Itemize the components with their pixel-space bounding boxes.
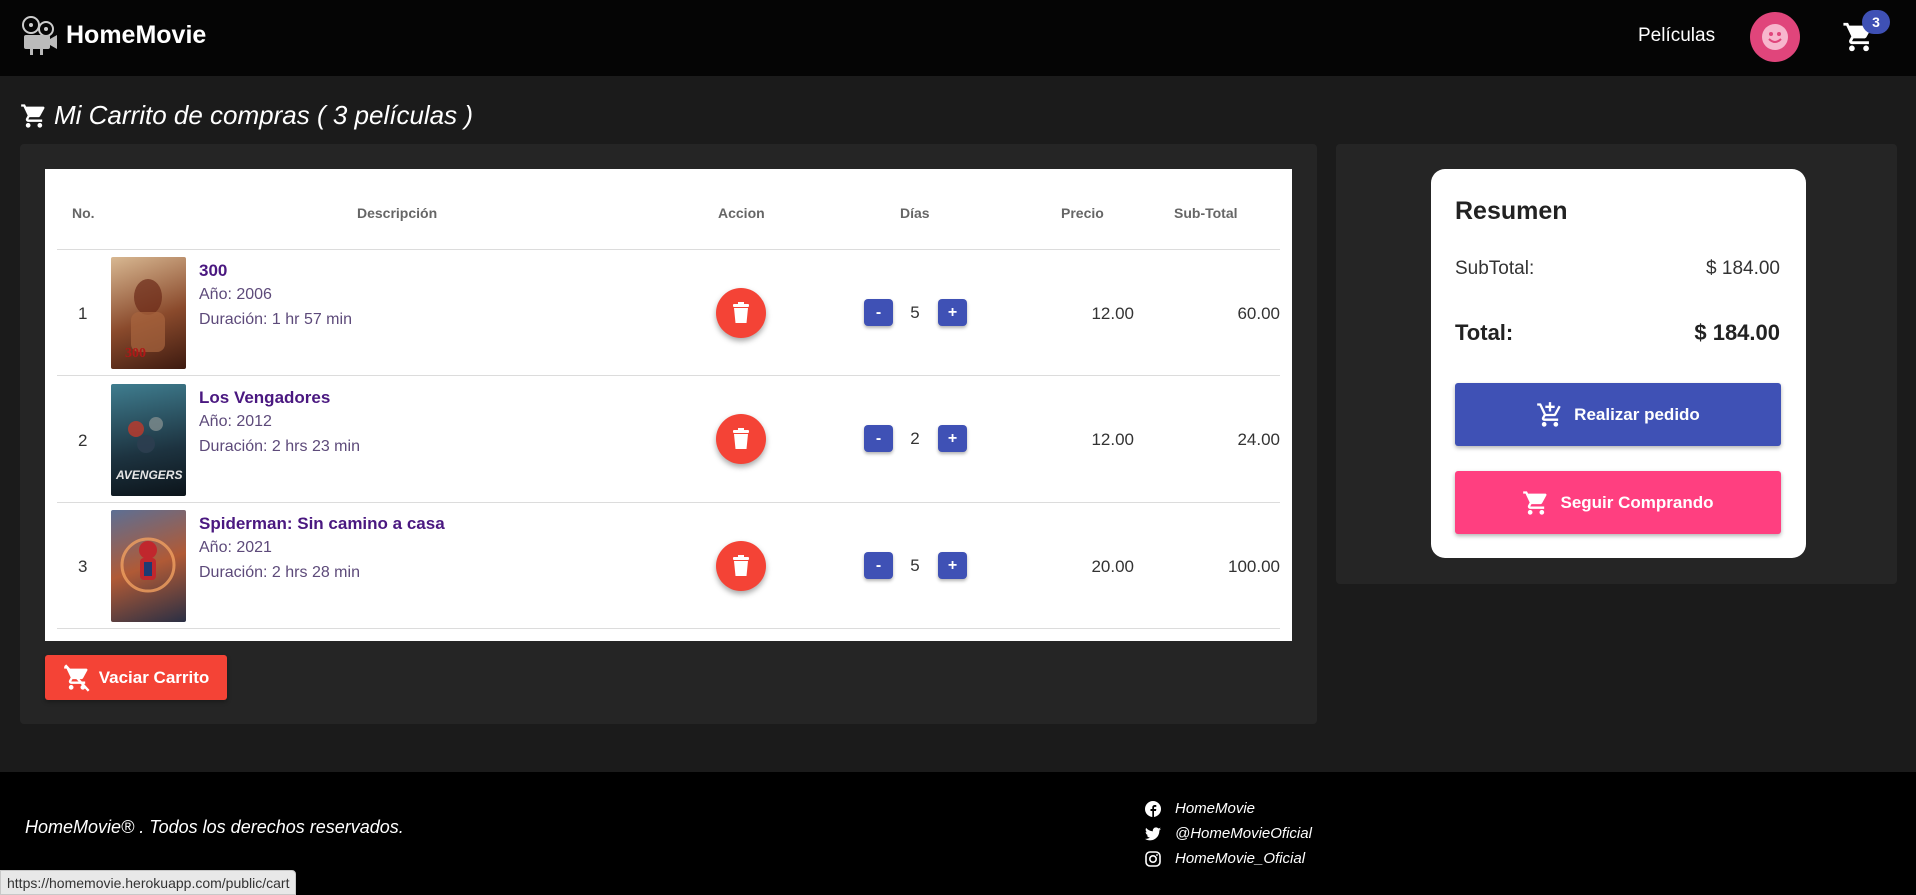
delete-button[interactable] xyxy=(716,541,766,591)
empty-cart-button[interactable]: Vaciar Carrito xyxy=(45,655,227,700)
film-reel-logo-icon xyxy=(22,16,57,55)
price-value: 20.00 xyxy=(1091,557,1134,576)
brand-link[interactable]: HomeMovie xyxy=(20,15,206,55)
svg-text:AVENGERS: AVENGERS xyxy=(115,468,182,482)
brand-name: HomeMovie xyxy=(66,20,207,49)
row-number: 3 xyxy=(78,557,88,576)
movie-duration: Duración: 2 hrs 23 min xyxy=(199,438,360,455)
social-label: HomeMovie_Oficial xyxy=(1175,850,1306,867)
add-shopping-cart-icon xyxy=(1537,401,1561,427)
decrease-days-button[interactable]: - xyxy=(864,299,893,326)
decrease-days-button[interactable]: - xyxy=(864,425,893,452)
movie-title[interactable]: 300 xyxy=(199,261,227,281)
header-days: Días xyxy=(900,205,930,221)
movie-title[interactable]: Spiderman: Sin camino a casa xyxy=(199,514,445,534)
increase-days-button[interactable]: + xyxy=(938,299,967,326)
subtotal-value: 100.00 xyxy=(1228,557,1280,576)
status-bar-url: https://homemovie.herokuapp.com/public/c… xyxy=(0,870,297,895)
movie-year: Año: 2021 xyxy=(199,539,272,556)
facebook-icon xyxy=(1145,800,1161,817)
row-number: 1 xyxy=(78,304,88,323)
movie-poster[interactable] xyxy=(111,510,186,622)
continue-shopping-button[interactable]: Seguir Comprando xyxy=(1455,471,1781,534)
movie-duration: Duración: 1 hr 57 min xyxy=(199,311,352,328)
increase-days-button[interactable]: + xyxy=(938,552,967,579)
header-no: No. xyxy=(72,205,95,221)
summary-title: Resumen xyxy=(1455,197,1568,225)
total-amount: $ 184.00 xyxy=(1694,320,1780,345)
delete-button[interactable] xyxy=(716,414,766,464)
subtotal-amount: $ 184.00 xyxy=(1706,258,1780,279)
total-label: Total: xyxy=(1455,320,1514,345)
shopping-cart-icon xyxy=(1523,490,1547,515)
price-value: 12.00 xyxy=(1091,430,1134,449)
nav-link-peliculas[interactable]: Películas xyxy=(1638,25,1715,47)
days-value[interactable]: 5 xyxy=(895,552,935,579)
divider xyxy=(57,375,1280,376)
social-link-instagram[interactable]: HomeMovie_Oficial xyxy=(1145,850,1305,867)
header-action: Accion xyxy=(718,205,765,221)
page-title: Mi Carrito de compras ( 3 películas ) xyxy=(20,100,473,131)
increase-days-button[interactable]: + xyxy=(938,425,967,452)
trash-icon xyxy=(733,555,749,576)
movie-year: Año: 2012 xyxy=(199,413,272,430)
subtotal-value: 60.00 xyxy=(1237,304,1280,323)
header-price: Precio xyxy=(1061,205,1104,221)
days-value[interactable]: 2 xyxy=(895,425,935,452)
trash-icon xyxy=(733,428,749,449)
trash-icon xyxy=(733,302,749,323)
page-title-text: Mi Carrito de compras ( 3 películas ) xyxy=(54,100,474,130)
copyright-text: HomeMovie® . Todos los derechos reservad… xyxy=(25,817,404,837)
shopping-cart-icon xyxy=(21,103,45,128)
poster-image: 300 xyxy=(125,279,165,361)
twitter-icon xyxy=(1145,826,1161,840)
smiley-icon xyxy=(1762,24,1788,50)
social-link-twitter[interactable]: @HomeMovieOficial xyxy=(1145,825,1312,842)
days-value[interactable]: 5 xyxy=(895,299,935,326)
place-order-label: Realizar pedido xyxy=(1574,404,1700,424)
divider xyxy=(57,628,1280,629)
social-link-facebook[interactable]: HomeMovie xyxy=(1145,800,1255,817)
continue-shopping-label: Seguir Comprando xyxy=(1560,492,1714,512)
row-number: 2 xyxy=(78,431,88,450)
movie-title[interactable]: Los Vengadores xyxy=(199,388,330,408)
remove-cart-icon xyxy=(63,663,90,692)
subtotal-label: SubTotal: xyxy=(1455,258,1535,279)
poster-image xyxy=(120,537,176,593)
movie-year: Año: 2006 xyxy=(199,286,272,303)
user-avatar[interactable] xyxy=(1750,12,1800,62)
divider xyxy=(57,502,1280,503)
movie-poster[interactable]: AVENGERS xyxy=(111,384,186,496)
movie-poster[interactable]: 300 xyxy=(111,257,186,369)
price-value: 12.00 xyxy=(1091,304,1134,323)
subtotal-value: 24.00 xyxy=(1237,430,1280,449)
social-label: @HomeMovieOficial xyxy=(1175,825,1312,842)
empty-cart-label: Vaciar Carrito xyxy=(98,667,210,687)
divider xyxy=(57,249,1280,250)
decrease-days-button[interactable]: - xyxy=(864,552,893,579)
movie-duration: Duración: 2 hrs 28 min xyxy=(199,564,360,581)
poster-image: AVENGERS xyxy=(115,417,182,482)
top-navbar: HomeMovie Películas 3 xyxy=(0,0,1916,76)
header-subtotal: Sub-Total xyxy=(1174,205,1238,221)
cart-count-badge: 3 xyxy=(1862,10,1890,34)
header-description: Descripción xyxy=(357,205,438,221)
place-order-button[interactable]: Realizar pedido xyxy=(1455,383,1781,446)
delete-button[interactable] xyxy=(716,288,766,338)
instagram-icon xyxy=(1145,850,1161,867)
svg-text:300: 300 xyxy=(125,346,146,361)
social-label: HomeMovie xyxy=(1175,800,1256,817)
